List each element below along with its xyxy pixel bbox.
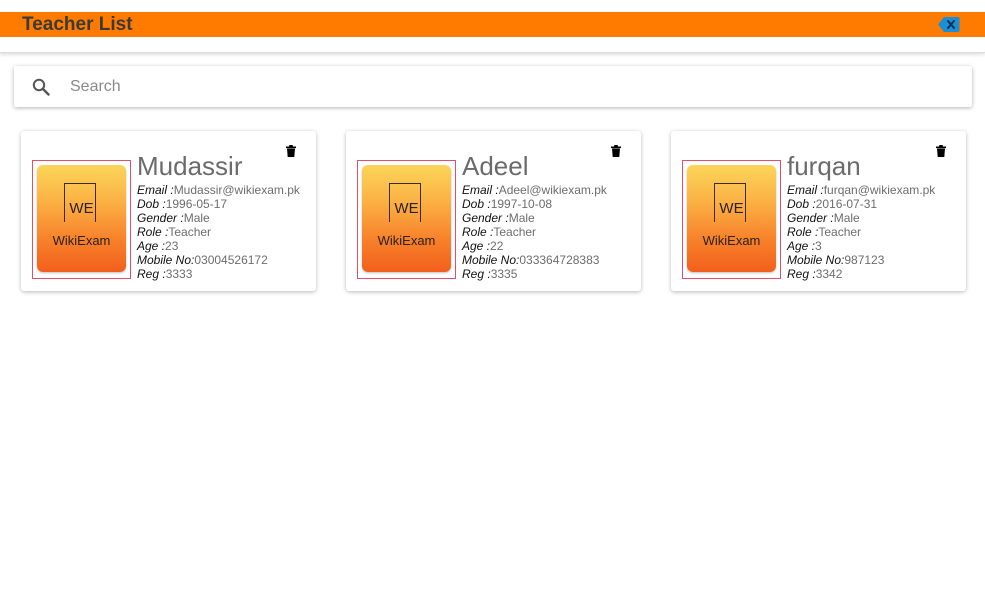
teacher-name: Mudassir [137,151,243,181]
search-bar[interactable] [14,66,972,107]
teacher-card[interactable]: WE WikiExam Mudassir Email :Mudassir@wik… [21,131,316,291]
role-label: Role : [462,225,494,239]
trash-icon[interactable] [611,144,621,157]
teacher-details: Email :furqan@wikiexam.pk Dob :2016-07-3… [787,183,935,281]
search-icon [32,78,50,96]
logo-mark: WE [69,200,94,217]
age-value: 23 [165,239,179,253]
dob-value: 1997-10-08 [490,197,553,211]
reg-value: 3333 [165,267,193,281]
email-label: Email : [787,183,824,197]
dob-value: 1996-05-17 [165,197,228,211]
avatar: WE WikiExam [32,160,131,279]
trash-icon[interactable] [936,144,946,157]
dob-label: Dob : [462,197,491,211]
avatar: WE WikiExam [357,160,456,279]
gender-label: Gender : [137,211,184,225]
dob-value: 2016-07-31 [815,197,878,211]
reg-value: 3335 [490,267,518,281]
avatar: WE WikiExam [682,160,781,279]
reg-label: Reg : [462,267,491,281]
gender-label: Gender : [787,211,834,225]
email-label: Email : [462,183,499,197]
email-value: Mudassir@wikiexam.pk [173,183,300,197]
gender-value: Male [183,211,210,225]
page-title: Teacher List [22,14,133,35]
mobile-value: 987123 [844,253,885,267]
age-label: Age : [462,239,491,253]
teacher-card[interactable]: WE WikiExam Adeel Email :Adeel@wikiexam.… [346,131,641,291]
logo-brand: WikiExam [377,233,436,248]
reg-value: 3342 [815,267,843,281]
app-header: Teacher List [0,12,985,37]
gender-label: Gender : [462,211,509,225]
logo-mark: WE [719,200,744,217]
logo-brand: WikiExam [52,233,111,248]
teacher-details: Email :Mudassir@wikiexam.pk Dob :1996-05… [137,183,300,281]
dob-label: Dob : [787,197,816,211]
mobile-label: Mobile No: [462,253,520,267]
teacher-name: furqan [787,151,861,181]
age-value: 3 [815,239,822,253]
reg-label: Reg : [787,267,816,281]
email-value: Adeel@wikiexam.pk [498,183,607,197]
wikiexam-logo: WE WikiExam [37,165,126,272]
teacher-card[interactable]: WE WikiExam furqan Email :furqan@wikiexa… [671,131,966,291]
role-label: Role : [137,225,169,239]
age-label: Age : [137,239,166,253]
email-label: Email : [137,183,174,197]
role-value: Teacher [168,225,212,239]
gender-value: Male [508,211,535,225]
wikiexam-logo: WE WikiExam [362,165,451,272]
teacher-name: Adeel [462,151,529,181]
search-input[interactable] [68,74,952,100]
role-value: Teacher [493,225,537,239]
backspace-icon[interactable] [937,16,960,33]
mobile-label: Mobile No: [137,253,195,267]
reg-label: Reg : [137,267,166,281]
header-divider [0,37,985,53]
logo-brand: WikiExam [702,233,761,248]
age-value: 22 [490,239,504,253]
teacher-details: Email :Adeel@wikiexam.pk Dob :1997-10-08… [462,183,607,281]
email-value: furqan@wikiexam.pk [823,183,936,197]
role-label: Role : [787,225,819,239]
gender-value: Male [833,211,860,225]
wikiexam-logo: WE WikiExam [687,165,776,272]
role-value: Teacher [818,225,862,239]
logo-mark: WE [394,200,419,217]
age-label: Age : [787,239,816,253]
mobile-value: 033364728383 [519,253,600,267]
dob-label: Dob : [137,197,166,211]
teacher-list-page: Teacher List WE WikiExam [0,0,985,612]
mobile-label: Mobile No: [787,253,845,267]
mobile-value: 03004526172 [194,253,268,267]
trash-icon[interactable] [286,144,296,157]
